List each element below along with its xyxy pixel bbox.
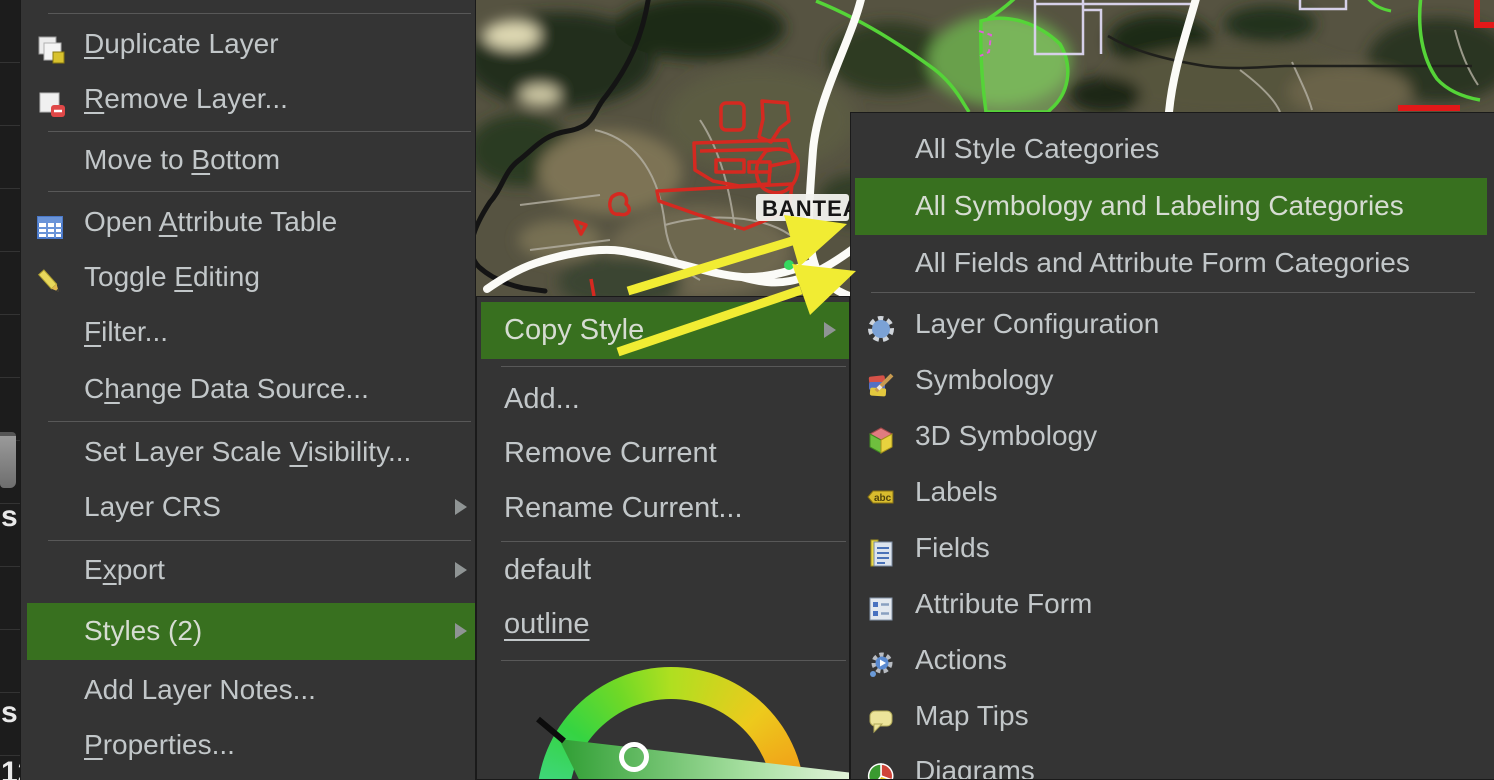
layer-context-menu: Duplicate Layer Remove Layer... Move to … — [20, 0, 476, 780]
menu-item-styles[interactable]: Styles (2) — [21, 603, 475, 659]
menu-item-fields[interactable]: Fields — [851, 520, 1494, 576]
layer-name-fragment: s — [1, 502, 18, 532]
menu-item-export[interactable]: Export — [21, 542, 475, 598]
menu-item-all-fields-and-attribute-form-categories[interactable]: All Fields and Attribute Form Categories — [851, 235, 1494, 291]
actions-icon — [865, 644, 897, 676]
menu-item-all-style-categories[interactable]: All Style Categories — [851, 121, 1494, 177]
labels-icon: abc — [865, 476, 897, 508]
menu-item-change-data-source[interactable]: Change Data Source... — [21, 361, 475, 417]
symbology-icon — [865, 364, 897, 396]
layer-name-fragment: s — [1, 698, 18, 728]
qgis-screen: s s 12 — [0, 0, 1494, 780]
menu-item-attribute-form[interactable]: Attribute Form — [851, 576, 1494, 632]
layers-panel-fragment: s s 12 — [0, 0, 20, 780]
layer-configuration-icon — [865, 308, 897, 340]
styles-submenu: Copy Style Add... Remove Current Rename … — [476, 296, 850, 780]
green-marker-dot — [784, 260, 794, 270]
menu-item-layer-configuration[interactable]: Layer Configuration — [851, 296, 1494, 352]
menu-item-actions[interactable]: Actions — [851, 632, 1494, 688]
menu-item-map-tips[interactable]: Map Tips — [851, 688, 1494, 744]
saturation-triangle[interactable] — [477, 297, 850, 780]
fields-icon — [865, 532, 897, 564]
remove-layer-icon — [34, 83, 66, 115]
saturation-marker[interactable] — [619, 742, 649, 772]
duplicate-layer-icon — [34, 28, 66, 60]
submenu-arrow-icon — [455, 623, 467, 639]
menu-item-filter[interactable]: Filter... — [21, 304, 475, 360]
menu-item-diagrams[interactable]: Diagrams — [851, 743, 1494, 780]
menu-item-properties[interactable]: Properties... — [21, 717, 475, 773]
toggle-editing-icon — [34, 261, 66, 293]
layer-icon-fragment — [0, 432, 16, 488]
menu-item-move-to-bottom[interactable]: Move to Bottom — [21, 132, 475, 188]
style-categories-submenu: All Style Categories All Symbology and L… — [850, 112, 1494, 780]
diagrams-icon — [865, 755, 897, 780]
menu-item-set-layer-scale-visibility[interactable]: Set Layer Scale Visibility... — [21, 424, 475, 480]
attribute-form-icon — [865, 588, 897, 620]
attribute-table-icon — [34, 206, 66, 238]
3d-symbology-icon — [865, 420, 897, 452]
menu-item-layer-crs[interactable]: Layer CRS — [21, 479, 475, 535]
menu-separator — [48, 191, 471, 192]
menu-item-labels[interactable]: abc Labels — [851, 464, 1494, 520]
map-tips-icon — [865, 700, 897, 732]
svg-text:abc: abc — [874, 493, 892, 504]
menu-item-symbology[interactable]: Symbology — [851, 352, 1494, 408]
menu-separator — [48, 13, 471, 14]
menu-item-add-layer-notes[interactable]: Add Layer Notes... — [21, 662, 475, 718]
menu-item-duplicate-layer[interactable]: Duplicate Layer — [21, 16, 475, 72]
menu-separator — [48, 421, 471, 422]
menu-item-all-symbology-and-labeling-categories[interactable]: All Symbology and Labeling Categories — [851, 178, 1494, 234]
menu-item-toggle-editing[interactable]: Toggle Editing — [21, 249, 475, 305]
menu-item-remove-layer[interactable]: Remove Layer... — [21, 71, 475, 127]
submenu-arrow-icon — [455, 499, 467, 515]
menu-item-open-attribute-table[interactable]: Open Attribute Table — [21, 194, 475, 250]
menu-separator — [871, 292, 1475, 293]
menu-item-3d-symbology[interactable]: 3D Symbology — [851, 408, 1494, 464]
menu-separator — [48, 540, 471, 541]
submenu-arrow-icon — [455, 562, 467, 578]
